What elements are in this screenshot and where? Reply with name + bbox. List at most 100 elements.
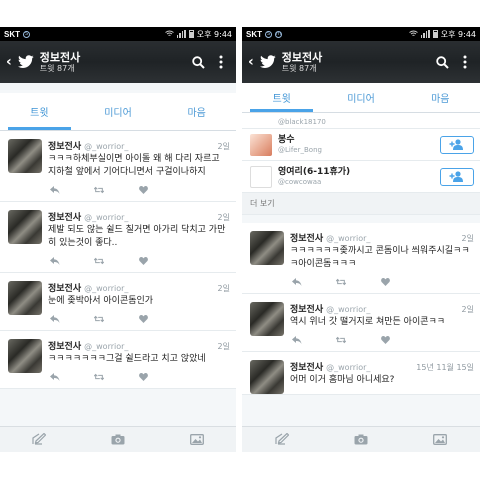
profile-tabs: 트윗 미디어 마음	[0, 93, 236, 131]
tweet-date: 2일	[217, 284, 230, 294]
messenger-icon: m	[275, 30, 282, 38]
follow-name: 봉수	[278, 135, 295, 146]
tweet-author-handle: @_worrior_	[326, 234, 371, 243]
retweet-icon[interactable]	[94, 185, 104, 195]
reply-icon[interactable]	[292, 277, 302, 287]
tweet-author-handle: @_worrior_	[326, 305, 371, 315]
image-icon[interactable]	[433, 430, 448, 449]
more-vertical-icon[interactable]	[212, 53, 230, 71]
avatar[interactable]	[250, 231, 284, 265]
retweet-icon[interactable]	[94, 314, 104, 324]
retweet-icon[interactable]	[336, 335, 346, 345]
tweet-item[interactable]: 정보전사 @_worrior_ 2일 제발 되도 않는 쉴드 칠거면 아가리 닥…	[0, 202, 236, 274]
avatar[interactable]	[250, 302, 284, 337]
follow-button[interactable]	[440, 135, 474, 154]
profile-header: ‹ 정보전사 트윗 87개	[242, 41, 480, 83]
back-icon[interactable]: ‹	[248, 54, 254, 70]
reply-icon[interactable]	[50, 372, 60, 382]
follow-button[interactable]	[440, 167, 474, 186]
tweet-date: 2일	[217, 213, 230, 223]
tweet-author-name: 정보전사	[48, 284, 82, 295]
tweet-author-name: 정보전사	[290, 363, 324, 374]
profile-header: ‹ 정보전사 트윗 87개	[0, 41, 236, 83]
reply-icon[interactable]	[50, 185, 60, 195]
status-bar: SKT S m 오후 9:44	[242, 27, 480, 41]
tweet-author-handle: @_worrior_	[326, 363, 371, 373]
avatar[interactable]	[250, 133, 272, 156]
follow-suggestion[interactable]: 영여리(6-11휴가) @cowcowaa	[242, 161, 480, 193]
search-icon[interactable]	[433, 53, 451, 71]
tweet-author-name: 정보전사	[290, 305, 324, 316]
compose-icon[interactable]	[32, 430, 47, 449]
tab-likes[interactable]: 마음	[401, 83, 480, 112]
tweet-item[interactable]: 정보전사 @_worrior_ 2일 눈에 좆박아서 아이콘돔인가	[0, 273, 236, 332]
more-vertical-icon[interactable]	[456, 53, 474, 71]
tweet-item[interactable]: 정보전사 @_worrior_ 2일 ㅋㅋㅋㅋㅋㅋ좆까시고 콘돔이나 씌워주시길…	[242, 223, 480, 295]
sync-icon: S	[265, 30, 272, 38]
compose-icon[interactable]	[275, 430, 290, 449]
tweet-item[interactable]: 정보전사 @_worrior_ 2일 ㅋㅋㅋㅋㅋㅋㅋ그걸 쉴드라고 치고 앉았네	[0, 331, 236, 390]
reply-icon[interactable]	[292, 335, 302, 345]
tweet-date: 2일	[461, 305, 474, 315]
avatar[interactable]	[8, 139, 42, 173]
tab-tweets[interactable]: 트윗	[242, 83, 321, 112]
avatar[interactable]	[8, 339, 42, 374]
tweet-text: ㅋㅋㅋㅋㅋㅋ좆까시고 콘돔이나 씌워주시길ㅋㅋㅋ아이콘돔ㅋㅋㅋ	[290, 246, 470, 270]
signal-icon	[420, 30, 430, 38]
avatar[interactable]	[8, 281, 42, 316]
tweet-item[interactable]: 정보전사 @_worrior_ 15년 11월 15일 어머 이거 홈마님 아니…	[242, 352, 480, 396]
add-user-icon	[449, 139, 463, 150]
tab-tweets[interactable]: 트윗	[0, 93, 79, 130]
reply-icon[interactable]	[50, 256, 60, 266]
heart-icon[interactable]	[138, 185, 148, 195]
heart-icon[interactable]	[138, 372, 148, 382]
profile-title: 정보전사	[281, 50, 323, 64]
heart-icon[interactable]	[138, 314, 148, 324]
retweet-icon[interactable]	[336, 277, 346, 287]
tab-likes[interactable]: 마음	[157, 93, 236, 130]
battery-icon	[188, 30, 194, 38]
camera-icon[interactable]	[354, 430, 368, 449]
twitter-bird-icon	[259, 55, 276, 68]
camera-icon[interactable]	[111, 430, 125, 449]
status-bar: SKT S 오후 9:44	[0, 27, 236, 41]
avatar[interactable]	[250, 360, 284, 395]
avatar[interactable]	[8, 210, 42, 245]
image-icon[interactable]	[189, 430, 204, 449]
tweet-text: 어머 이거 홈마님 아니세요?	[290, 375, 395, 386]
heart-icon[interactable]	[380, 335, 390, 345]
wifi-icon	[408, 30, 418, 39]
retweet-icon[interactable]	[94, 372, 104, 382]
tweet-author-name: 정보전사	[290, 234, 324, 244]
heart-icon[interactable]	[380, 277, 390, 287]
tweet-date: 2일	[217, 142, 230, 151]
avatar[interactable]	[250, 165, 272, 188]
tweet-author-name: 정보전사	[48, 213, 82, 224]
clock-label: 오후 9:44	[440, 29, 476, 39]
show-more-link[interactable]: 더 보기	[242, 193, 480, 215]
reply-icon[interactable]	[50, 314, 60, 324]
phone-left: SKT S 오후 9:44 ‹ 정보전사 트윗 87개 트윗 미디어 마음 정보…	[0, 27, 236, 452]
tweet-count: 트윗 87개	[281, 63, 317, 73]
signal-icon	[176, 30, 186, 38]
heart-icon[interactable]	[138, 256, 148, 266]
follow-suggestion[interactable]: 봉수 @Lifer_Bong	[242, 129, 480, 161]
retweet-icon[interactable]	[94, 256, 104, 266]
tweet-text: 제발 되도 않는 쉴드 칠거면 아가리 닥치고 가만히 있는것이 좋다..	[48, 225, 226, 249]
follow-handle: @black18170	[278, 118, 326, 126]
tweet-date: 15년 11월 15일	[416, 363, 474, 373]
tweet-count: 트윗 87개	[39, 63, 75, 73]
search-icon[interactable]	[189, 53, 207, 71]
screenshot-root: SKT S 오후 9:44 ‹ 정보전사 트윗 87개 트윗 미디어 마음 정보…	[0, 0, 480, 480]
tweet-item[interactable]: 정보전사 @_worrior_ 2일 ㅋㅋㅋ하체부실이면 아이돌 왜 해 다리 …	[0, 131, 236, 203]
tweet-author-name: 정보전사	[48, 342, 82, 353]
tab-media[interactable]: 미디어	[321, 83, 400, 112]
tab-media[interactable]: 미디어	[79, 93, 158, 130]
follow-suggestion-partial[interactable]: @black18170	[242, 113, 480, 129]
profile-title: 정보전사	[39, 50, 81, 64]
tweet-text: ㅋㅋㅋ하체부실이면 아이돌 왜 해 다리 자르고 지하철 앞에서 기어다니면서 …	[48, 154, 220, 178]
battery-icon	[432, 30, 438, 38]
tweet-author-handle: @_worrior_	[84, 342, 129, 352]
back-icon[interactable]: ‹	[6, 54, 12, 70]
tweet-item[interactable]: 정보전사 @_worrior_ 2일 역시 위너 갓 떨거지로 쳐만든 아이콘ㅋ…	[242, 294, 480, 353]
